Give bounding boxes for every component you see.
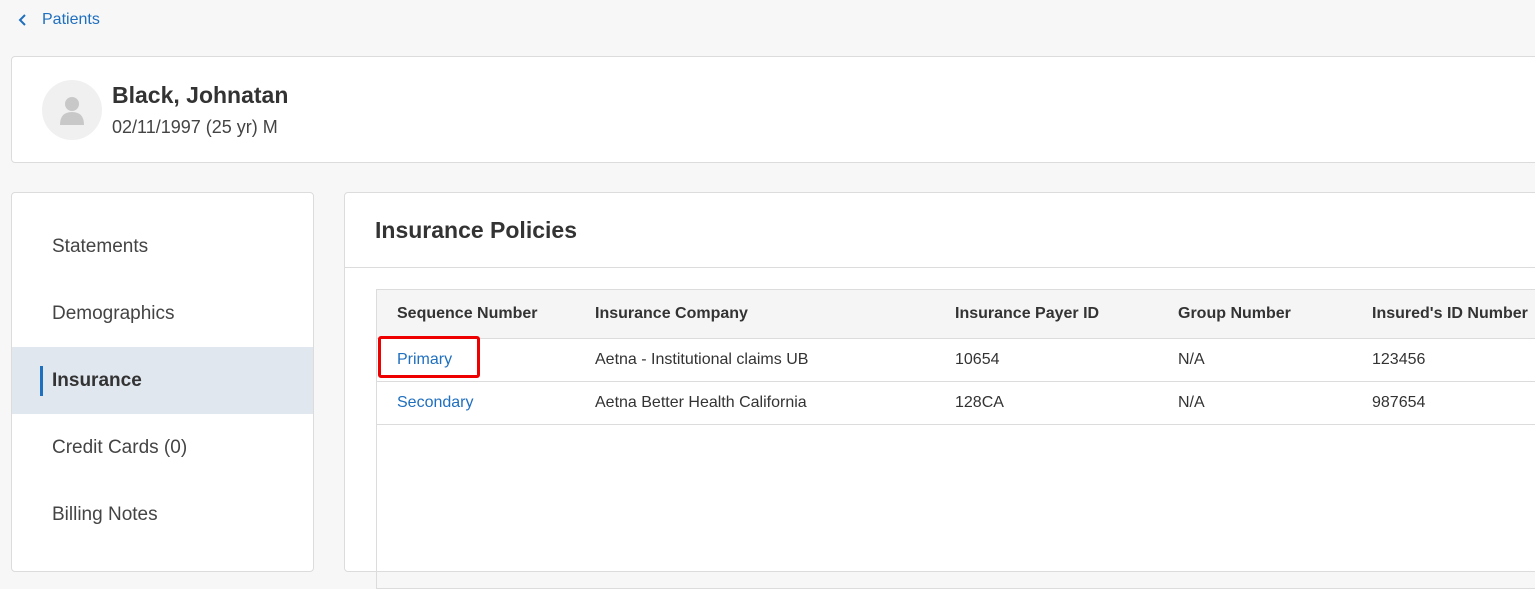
patient-details: 02/11/1997 (25 yr) M <box>112 117 278 137</box>
patient-name: Black, Johnatan <box>112 82 289 108</box>
sidebar-item-label: Demographics <box>52 302 175 324</box>
sequence-link-primary[interactable]: Primary <box>377 338 575 382</box>
table-header-row: Sequence Number Insurance Company Insura… <box>377 290 1535 339</box>
sidebar-item-billing-notes[interactable]: Billing Notes <box>12 481 313 548</box>
cell-group: N/A <box>1158 381 1352 425</box>
sidebar-item-label: Statements <box>52 235 149 257</box>
sequence-link-secondary[interactable]: Secondary <box>377 381 575 425</box>
column-header-insured-id: Insured's ID Number <box>1352 290 1535 339</box>
table-row: Primary Aetna - Institutional claims UB … <box>377 338 1535 382</box>
cell-payer-id: 128CA <box>935 381 1158 425</box>
cell-insured-id: 987654 <box>1352 381 1535 425</box>
column-header-payer-id: Insurance Payer ID <box>935 290 1158 339</box>
sidebar-item-label: Billing Notes <box>52 503 158 525</box>
chevron-left-icon <box>18 14 26 26</box>
back-link-label: Patients <box>42 11 100 28</box>
sidebar-item-label: Credit Cards (0) <box>52 436 188 458</box>
cell-company: Aetna Better Health California <box>575 381 935 425</box>
cell-insured-id: 123456 <box>1352 338 1535 382</box>
insurance-panel: Insurance Policies Sequence Number Insur… <box>344 192 1535 589</box>
sidebar-item-demographics[interactable]: Demographics <box>12 280 313 347</box>
column-header-company: Insurance Company <box>575 290 935 339</box>
cell-payer-id: 10654 <box>935 338 1158 382</box>
cell-group: N/A <box>1158 338 1352 382</box>
avatar <box>42 80 102 140</box>
back-to-patients-link[interactable]: Patients <box>18 11 100 29</box>
patient-header-card: Black, Johnatan 02/11/1997 (25 yr) M <box>11 56 1535 163</box>
sidebar-item-statements[interactable]: Statements <box>12 213 313 280</box>
cell-company: Aetna - Institutional claims UB <box>575 338 935 382</box>
column-header-sequence: Sequence Number <box>377 290 575 339</box>
insurance-table: Sequence Number Insurance Company Insura… <box>377 290 1535 425</box>
sidebar-item-credit-cards[interactable]: Credit Cards (0) <box>12 414 313 481</box>
insurance-table-container: Sequence Number Insurance Company Insura… <box>376 289 1535 589</box>
user-icon <box>60 97 84 125</box>
panel-title: Insurance Policies <box>345 193 1535 268</box>
sidebar-item-insurance[interactable]: Insurance <box>12 347 313 414</box>
sidebar-item-label: Insurance <box>52 369 142 391</box>
table-row: Secondary Aetna Better Health California… <box>377 381 1535 425</box>
sidebar-nav: Statements Demographics Insurance Credit… <box>11 192 314 572</box>
column-header-group: Group Number <box>1158 290 1352 339</box>
